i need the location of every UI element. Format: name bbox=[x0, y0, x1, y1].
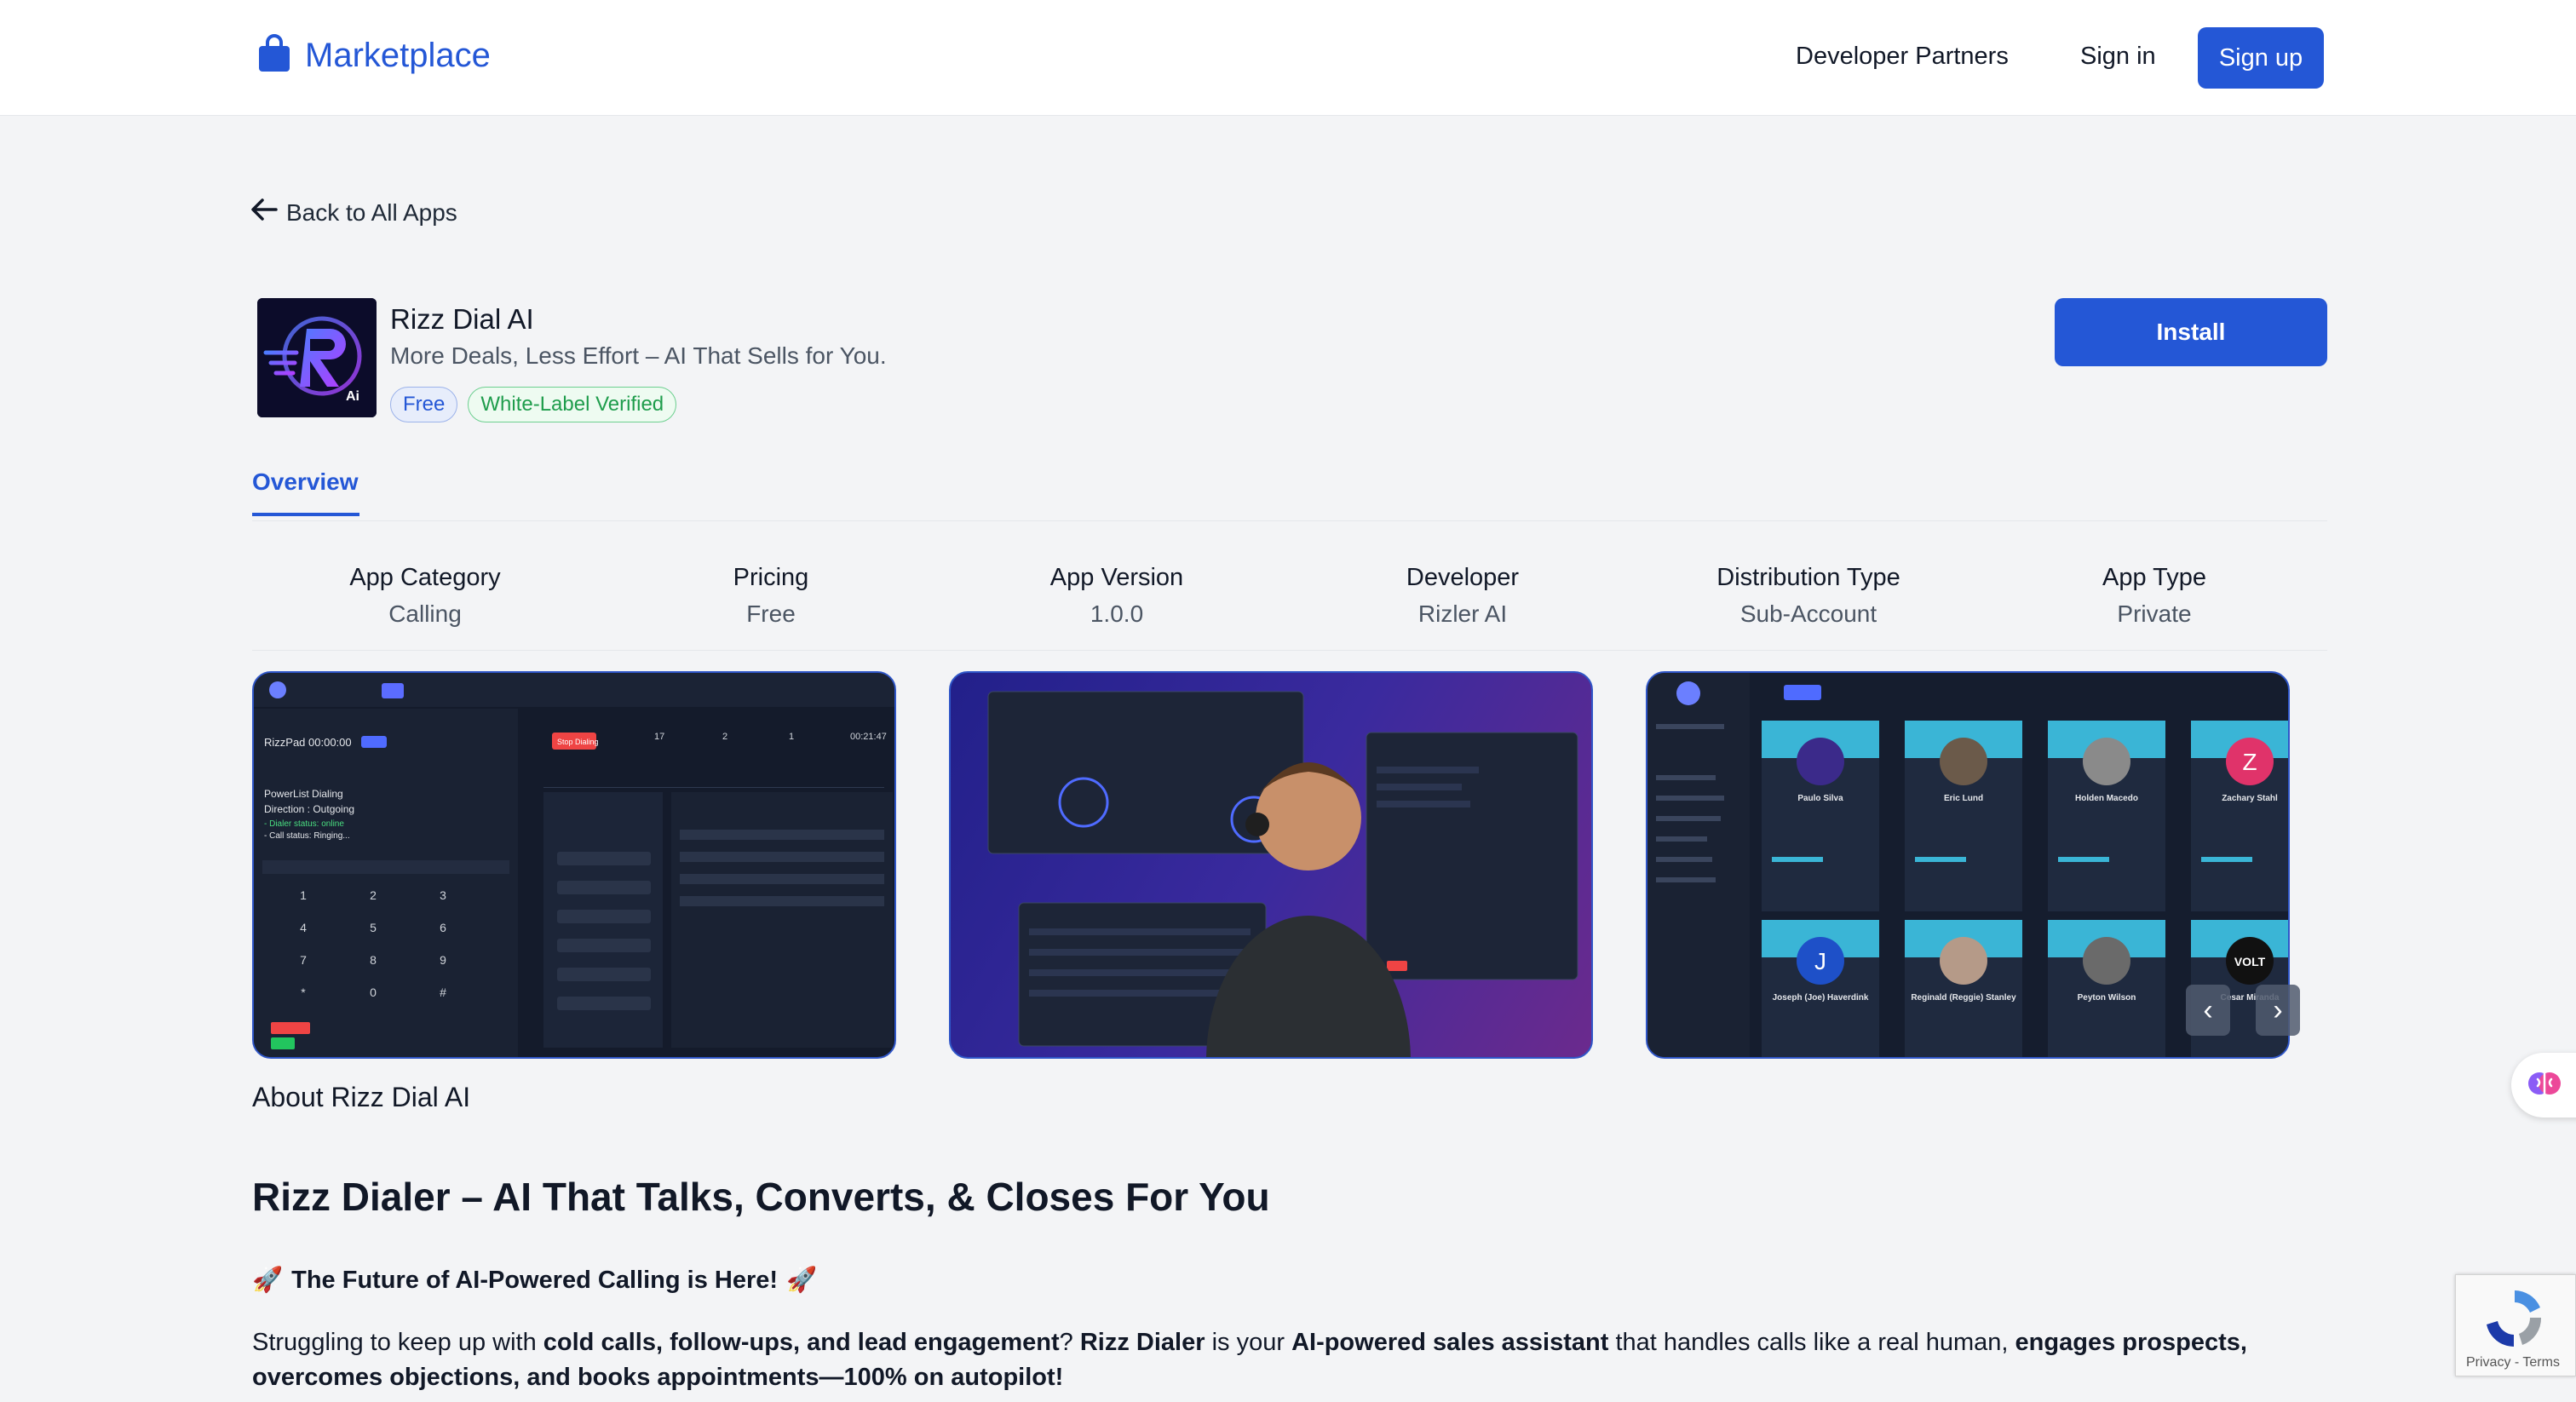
developer-partners-link[interactable]: Developer Partners bbox=[1796, 43, 2009, 71]
brand-logo-link[interactable]: Marketplace bbox=[257, 34, 491, 78]
description-paragraph: Struggling to keep up with cold calls, f… bbox=[252, 1325, 2331, 1395]
agent-name: Reginald (Reggie) Stanley bbox=[1911, 993, 2016, 1003]
info-pricing: Pricing Free bbox=[598, 545, 944, 650]
recaptcha-privacy-link[interactable]: Privacy bbox=[2466, 1355, 2510, 1370]
dialer-title: RizzPad 00:00:00 bbox=[264, 736, 352, 749]
gallery-next-button[interactable]: › bbox=[2256, 985, 2300, 1036]
dialpad-key: 8 bbox=[370, 953, 377, 967]
screenshot-dialer[interactable]: RizzPad 00:00:00 PowerList Dialing Direc… bbox=[252, 671, 896, 1059]
agent-name: Peyton Wilson bbox=[2078, 993, 2136, 1003]
stop-dialing-label: Stop Dialing bbox=[557, 738, 599, 746]
info-label: App Version bbox=[1049, 564, 1184, 591]
agent-initial: Z bbox=[2242, 749, 2257, 775]
app-tagline: More Deals, Less Effort – AI That Sells … bbox=[390, 342, 887, 369]
rocket-icon: 🚀 bbox=[252, 1267, 284, 1294]
para-text: that handles calls like a real human, bbox=[1608, 1329, 2015, 1356]
para-text: is your bbox=[1205, 1329, 1292, 1356]
dialpad-key: 3 bbox=[440, 888, 446, 902]
screenshot-promo[interactable] bbox=[949, 671, 1593, 1059]
info-label: Developer bbox=[1406, 564, 1520, 591]
info-label: App Category bbox=[349, 564, 501, 591]
brain-icon bbox=[2527, 1066, 2562, 1106]
para-bold: cold calls, follow-ups, and lead engagem… bbox=[543, 1329, 1060, 1356]
para-text: Struggling to keep up with bbox=[252, 1329, 543, 1356]
app-title: Rizz Dial AI bbox=[390, 303, 534, 335]
agent-name: Eric Lund bbox=[1944, 794, 1983, 803]
app-badges: Free White-Label Verified bbox=[390, 387, 677, 422]
dialer-line: PowerList Dialing bbox=[264, 788, 343, 800]
agent-initial: VOLT bbox=[2234, 955, 2266, 968]
recaptcha-terms-link[interactable]: Terms bbox=[2522, 1355, 2560, 1370]
info-value: Private bbox=[2117, 600, 2192, 627]
tab-overview[interactable]: Overview bbox=[252, 468, 359, 516]
back-to-apps-link[interactable]: Back to All Apps bbox=[249, 194, 457, 231]
subhead-text: The Future of AI-Powered Calling is Here… bbox=[291, 1266, 779, 1294]
ai-assistant-button[interactable] bbox=[2511, 1053, 2576, 1118]
recaptcha-icon bbox=[2481, 1285, 2548, 1356]
dialer-stat: 1 bbox=[789, 732, 794, 742]
dialpad-key: 0 bbox=[370, 985, 377, 999]
shopping-bag-icon bbox=[257, 34, 291, 78]
logo-ai-text: Ai bbox=[346, 389, 359, 404]
sign-in-link[interactable]: Sign in bbox=[2080, 43, 2156, 71]
info-label: Pricing bbox=[733, 564, 809, 591]
dialer-stat: 2 bbox=[722, 732, 727, 742]
dialpad-key: 2 bbox=[370, 888, 377, 902]
agent-name: Joseph (Joe) Haverdink bbox=[1773, 993, 1869, 1003]
description-subhead: 🚀 The Future of AI-Powered Calling is He… bbox=[252, 1266, 817, 1295]
white-label-verified-badge: White-Label Verified bbox=[468, 387, 677, 422]
top-navigation-bar: Marketplace Developer Partners Sign in S… bbox=[0, 0, 2576, 116]
info-value: Rizler AI bbox=[1417, 600, 1508, 627]
free-badge: Free bbox=[390, 387, 458, 422]
info-distribution-type: Distribution Type Sub-Account bbox=[1636, 545, 1981, 650]
info-label: App Type bbox=[2102, 564, 2206, 591]
tab-bar: Overview bbox=[252, 460, 2327, 521]
app-info-grid: App Category Calling Pricing Free App Ve… bbox=[252, 545, 2327, 651]
dialpad-key: 4 bbox=[300, 921, 307, 934]
recaptcha-separator: - bbox=[2510, 1355, 2523, 1370]
para-text: ? bbox=[1059, 1329, 1080, 1356]
para-bold: AI-powered sales assistant bbox=[1291, 1329, 1609, 1356]
dialer-stat: 00:21:47 bbox=[850, 732, 887, 742]
dialer-line: - Dialer status: online bbox=[264, 819, 344, 829]
recaptcha-badge[interactable]: Privacy - Terms bbox=[2455, 1274, 2576, 1376]
install-button[interactable]: Install bbox=[2055, 298, 2327, 366]
dialpad-key: # bbox=[440, 985, 446, 999]
about-section-title: About Rizz Dial AI bbox=[252, 1082, 471, 1112]
description-headline: Rizz Dialer – AI That Talks, Converts, &… bbox=[252, 1175, 1270, 1219]
info-value: Free bbox=[746, 600, 796, 627]
dialpad-key: 5 bbox=[370, 921, 377, 934]
info-app-type: App Type Private bbox=[1981, 545, 2327, 650]
dialer-stat: 17 bbox=[654, 732, 664, 742]
info-app-category: App Category Calling bbox=[252, 545, 598, 650]
info-value: Sub-Account bbox=[1739, 600, 1877, 627]
dialer-line: - Call status: Ringing... bbox=[264, 831, 350, 841]
agent-name: Paulo Silva bbox=[1797, 794, 1843, 803]
brand-name: Marketplace bbox=[305, 37, 491, 74]
info-value: Calling bbox=[388, 600, 462, 627]
rocket-icon: 🚀 bbox=[786, 1267, 818, 1294]
para-bold: Rizz Dialer bbox=[1079, 1329, 1205, 1356]
info-label: Distribution Type bbox=[1716, 564, 1900, 591]
dialpad-key: * bbox=[301, 985, 306, 999]
agent-name: Holden Macedo bbox=[2075, 794, 2138, 803]
info-developer: Developer Rizler AI bbox=[1290, 545, 1636, 650]
dialpad-key: 7 bbox=[300, 953, 307, 967]
sign-up-button[interactable]: Sign up bbox=[2198, 27, 2324, 89]
info-value: 1.0.0 bbox=[1090, 600, 1144, 627]
info-app-version: App Version 1.0.0 bbox=[944, 545, 1290, 650]
arrow-left-icon bbox=[249, 194, 279, 231]
recaptcha-links: Privacy - Terms bbox=[2466, 1355, 2560, 1370]
agent-initial: J bbox=[1814, 948, 1826, 974]
back-link-label: Back to All Apps bbox=[286, 198, 457, 226]
dialpad-key: 6 bbox=[440, 921, 446, 934]
dialpad-key: 1 bbox=[300, 888, 307, 902]
dialpad-key: 9 bbox=[440, 953, 446, 967]
gallery-prev-button[interactable]: ‹ bbox=[2186, 985, 2230, 1036]
app-logo: Ai bbox=[257, 298, 377, 417]
agent-name: Zachary Stahl bbox=[2222, 794, 2278, 803]
dialer-line: Direction : Outgoing bbox=[264, 803, 354, 815]
